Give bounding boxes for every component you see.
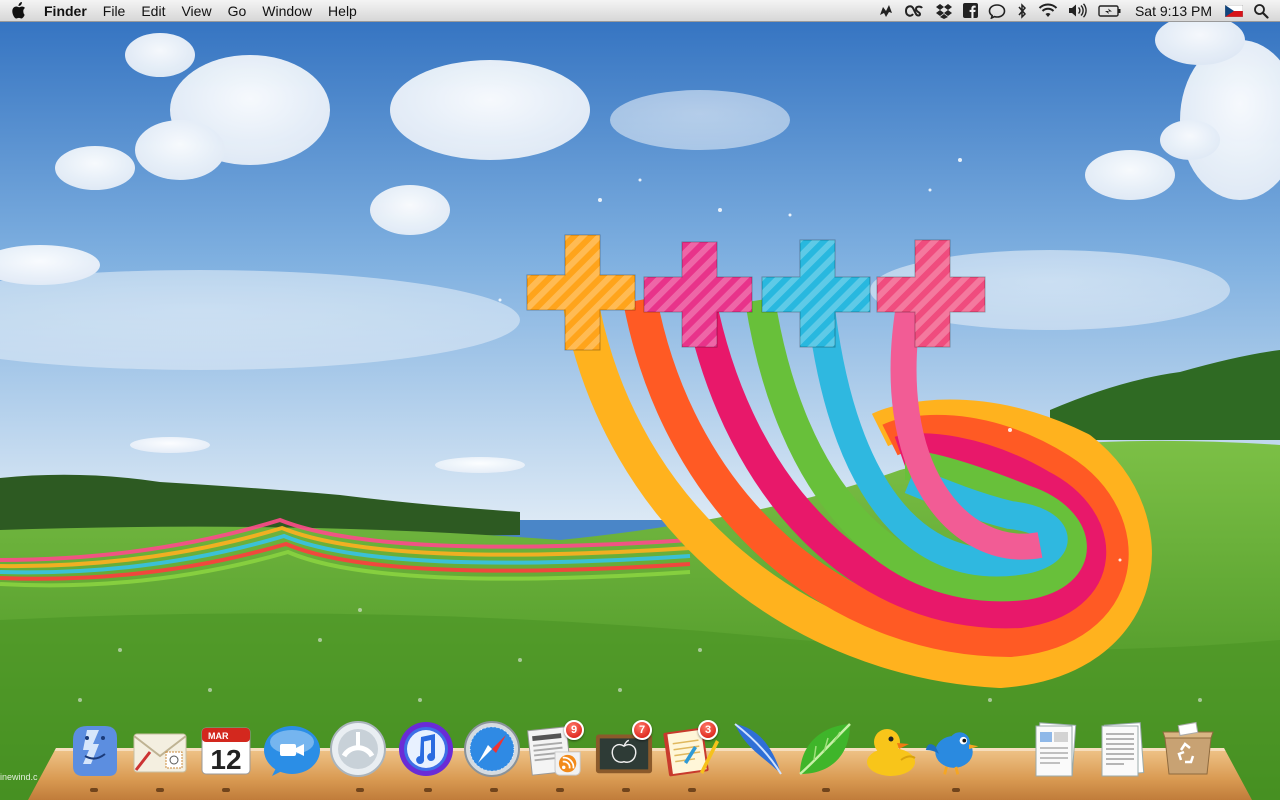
menu-bar-left: Finder File Edit View Go Window Help bbox=[0, 0, 365, 22]
menu-edit[interactable]: Edit bbox=[133, 0, 173, 22]
apple-icon[interactable] bbox=[0, 2, 36, 19]
dock-video-chat-icon[interactable] bbox=[262, 716, 322, 778]
menu-file[interactable]: File bbox=[95, 0, 134, 22]
dock-safari-icon[interactable] bbox=[462, 716, 522, 778]
volume-icon[interactable] bbox=[1063, 0, 1093, 22]
calendar-month: MAR bbox=[208, 731, 229, 741]
news-badge: 9 bbox=[564, 720, 584, 740]
menu-bar-clock[interactable]: Sat 9:13 PM bbox=[1127, 3, 1220, 19]
dock-running-indicator bbox=[222, 788, 230, 792]
spotlight-icon[interactable] bbox=[1248, 0, 1274, 22]
dock-running-indicator bbox=[90, 788, 98, 792]
dock-document-stack-2-icon[interactable] bbox=[1092, 716, 1152, 778]
menu-go[interactable]: Go bbox=[220, 0, 255, 22]
dock-finder-icon[interactable] bbox=[64, 716, 124, 778]
dock-feather-icon[interactable] bbox=[728, 716, 788, 778]
battery-icon[interactable] bbox=[1093, 0, 1127, 22]
calendar-day: 12 bbox=[210, 744, 241, 775]
dock-running-indicator bbox=[156, 788, 164, 792]
dock-trash-icon[interactable] bbox=[1158, 716, 1218, 778]
dock-running-indicator bbox=[556, 788, 564, 792]
dock-chalkboard-icon[interactable]: 7 bbox=[594, 716, 654, 778]
wallpaper-watermark: inewind.c bbox=[0, 772, 38, 782]
czech-flag-icon[interactable] bbox=[1220, 0, 1248, 22]
desktop-wallpaper: inewind.c bbox=[0, 0, 1280, 800]
dock-duck-icon[interactable] bbox=[860, 716, 920, 778]
lastfm-icon[interactable] bbox=[900, 0, 930, 22]
skype-icon[interactable] bbox=[872, 0, 900, 22]
dock-running-indicator bbox=[356, 788, 364, 792]
chalkboard-badge: 7 bbox=[632, 720, 652, 740]
dock-running-indicator bbox=[490, 788, 498, 792]
menu-bar: Finder File Edit View Go Window Help Sat… bbox=[0, 0, 1280, 22]
dock-mail-icon[interactable] bbox=[130, 716, 190, 778]
dock-bird-icon[interactable] bbox=[924, 716, 984, 778]
wallpaper-art bbox=[0, 0, 1280, 800]
dropbox-icon[interactable] bbox=[930, 0, 958, 22]
dock-calendar-icon[interactable]: MAR 12 bbox=[196, 716, 256, 778]
speech-bubble-icon[interactable] bbox=[983, 0, 1011, 22]
menu-window[interactable]: Window bbox=[254, 0, 320, 22]
dock-running-indicator bbox=[688, 788, 696, 792]
dock-running-indicator bbox=[622, 788, 630, 792]
dock-running-indicator bbox=[424, 788, 432, 792]
dock-leaf-icon[interactable] bbox=[794, 716, 854, 778]
notebook-badge: 3 bbox=[698, 720, 718, 740]
dock-running-indicator bbox=[822, 788, 830, 792]
bluetooth-icon[interactable] bbox=[1011, 0, 1033, 22]
facebook-icon[interactable] bbox=[958, 0, 983, 22]
dock-itunes-icon[interactable] bbox=[396, 716, 456, 778]
menu-bar-status: Sat 9:13 PM bbox=[872, 0, 1280, 22]
dock-grooveshark-icon[interactable] bbox=[328, 716, 388, 778]
dock-running-indicator bbox=[952, 788, 960, 792]
menu-finder[interactable]: Finder bbox=[36, 0, 95, 22]
dock-document-stack-icon[interactable] bbox=[1026, 716, 1086, 778]
menu-help[interactable]: Help bbox=[320, 0, 365, 22]
dock-newspaper-rss-icon[interactable]: 9 bbox=[526, 716, 586, 778]
menu-view[interactable]: View bbox=[173, 0, 219, 22]
dock-notebook-icon[interactable]: 3 bbox=[660, 716, 720, 778]
wifi-icon[interactable] bbox=[1033, 0, 1063, 22]
